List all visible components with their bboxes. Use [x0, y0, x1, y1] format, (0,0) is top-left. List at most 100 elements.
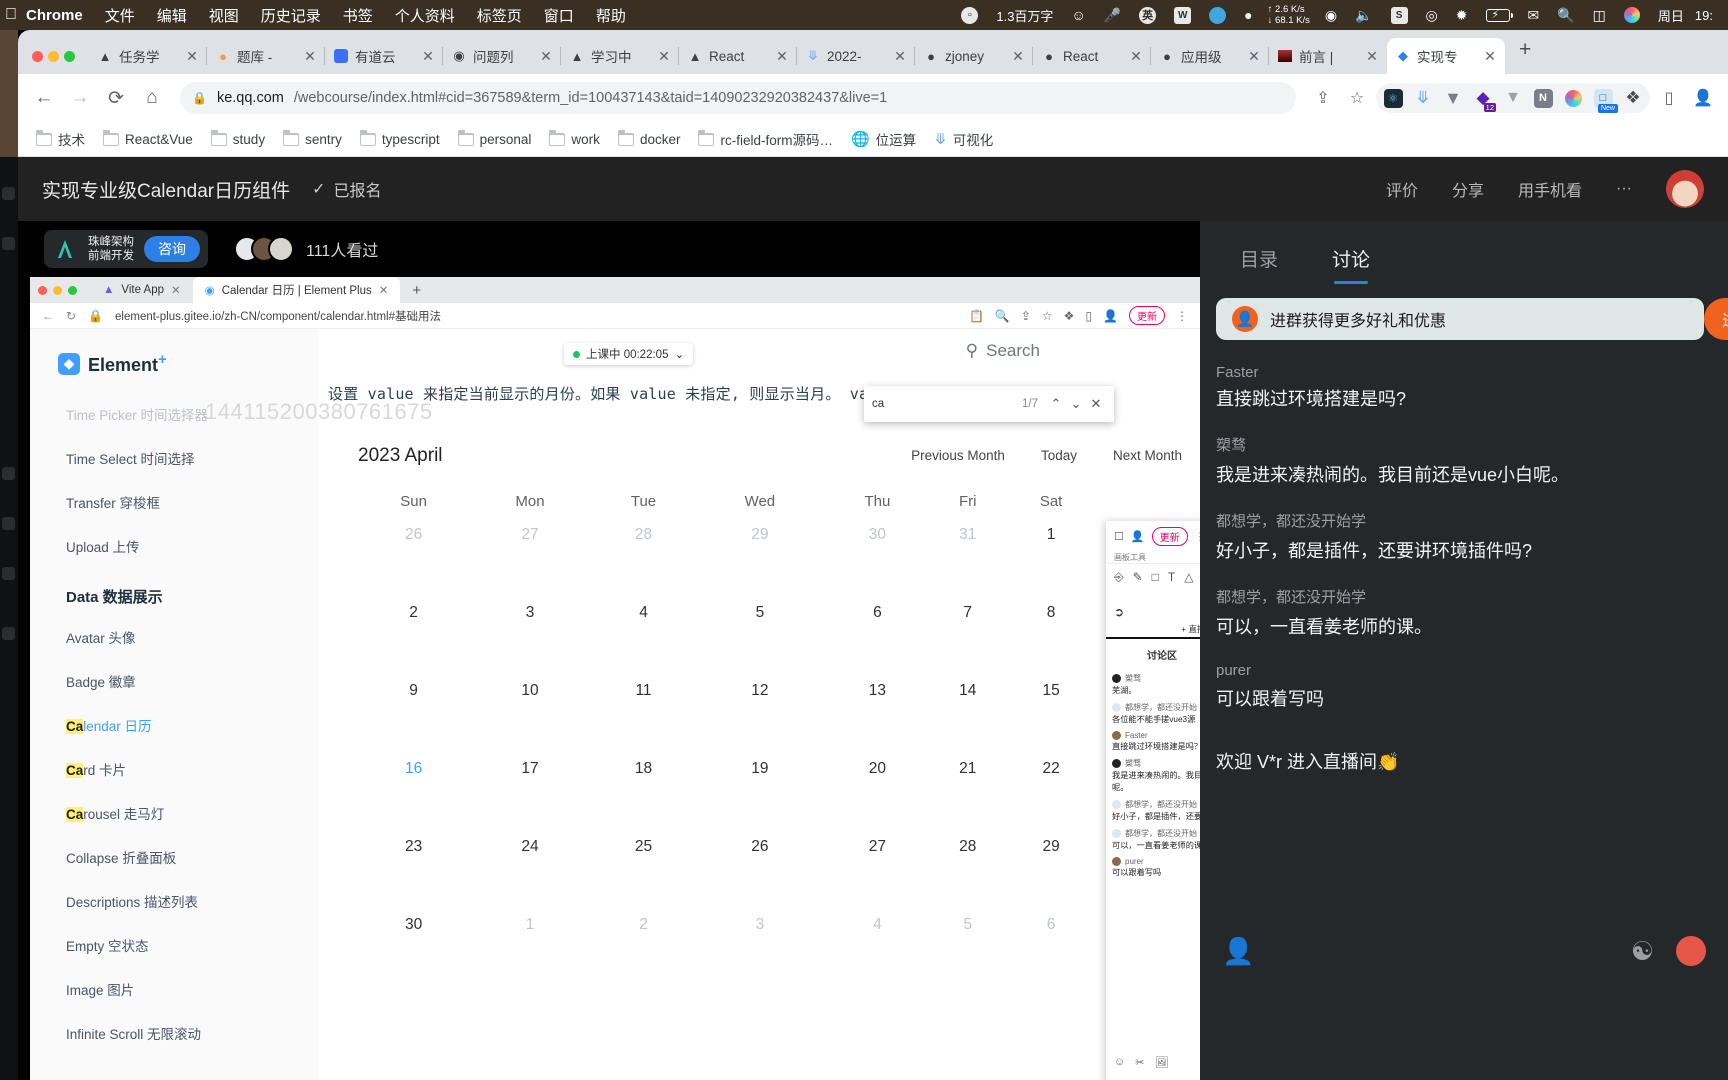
- minimize-window-button[interactable]: [48, 51, 59, 62]
- emoji-icon[interactable]: ☺: [1114, 1056, 1125, 1069]
- address-bar[interactable]: 🔒 ke.qq.com/webcourse/index.html#cid=367…: [180, 82, 1296, 114]
- bookmark-item[interactable]: study: [203, 129, 273, 150]
- menu-edit[interactable]: 编辑: [146, 5, 198, 26]
- browser-tab-12-active[interactable]: ◆ 实现专 ✕: [1387, 38, 1505, 74]
- network-speed-indicator[interactable]: ↑ 2.6 K/s ↓ 68.1 K/s: [1262, 4, 1316, 26]
- calendar-day-cell[interactable]: 31: [931, 526, 1004, 604]
- join-group-button[interactable]: 进群: [1703, 298, 1728, 340]
- calendar-day-cell[interactable]: 27: [824, 838, 932, 916]
- pen-tool-icon[interactable]: ✎: [1133, 570, 1143, 585]
- browser-tab-10[interactable]: ● 应用级 ✕: [1150, 38, 1269, 74]
- bookmark-item[interactable]: typescript: [352, 129, 448, 150]
- sponsor-banner[interactable]: 珠峰架构 前端开发 咨询: [44, 230, 208, 268]
- sogou-icon[interactable]: S: [1382, 6, 1417, 24]
- nav-image[interactable]: Image 图片: [66, 967, 318, 1011]
- wifi-icon[interactable]: ✉: [1519, 7, 1549, 24]
- menu-file[interactable]: 文件: [94, 5, 146, 26]
- capsule-icon[interactable]: ▫: [952, 6, 987, 24]
- calendar-day-cell[interactable]: 28: [591, 526, 696, 604]
- browser-tab-4[interactable]: ◉ 问题列 ✕: [442, 38, 561, 74]
- calendar-day-cell[interactable]: 29: [696, 526, 823, 604]
- calendar-day-cell[interactable]: 14: [931, 682, 1004, 760]
- calendar-day-cell[interactable]: 8: [1004, 604, 1098, 682]
- word-count-status[interactable]: 1.3百万字: [987, 6, 1062, 25]
- rect-tool-icon[interactable]: □: [1152, 570, 1159, 585]
- home-button[interactable]: ⌂: [136, 82, 168, 114]
- browser-tab-6[interactable]: ▲ React ✕: [678, 38, 797, 74]
- calendar-day-cell[interactable]: 19: [696, 760, 823, 838]
- calendar-day-cell[interactable]: 11: [591, 682, 696, 760]
- menu-view[interactable]: 视图: [198, 5, 250, 26]
- nav-empty[interactable]: Empty 空状态: [66, 923, 318, 967]
- microphone-icon[interactable]: 🎤: [1095, 7, 1130, 24]
- bookmark-item[interactable]: 技术: [28, 126, 93, 152]
- close-tab-icon[interactable]: ✕: [1011, 48, 1025, 65]
- control-center-icon[interactable]: ◫: [1584, 7, 1615, 24]
- more-options-icon[interactable]: ···: [1616, 180, 1632, 198]
- bookmark-item[interactable]: React&Vue: [95, 129, 201, 150]
- browser-tab-7[interactable]: ⤋ 2022- ✕: [796, 38, 915, 74]
- menu-profile[interactable]: 个人资料: [384, 5, 466, 26]
- bookmark-item[interactable]: docker: [610, 129, 689, 150]
- find-previous-icon[interactable]: ⌃: [1046, 396, 1066, 412]
- react-devtools-icon[interactable]: ⚛: [1378, 83, 1408, 113]
- browser-tab-9[interactable]: ● React ✕: [1032, 38, 1151, 74]
- bookmark-star-icon[interactable]: ☆: [1342, 83, 1372, 113]
- teacher-live-panel[interactable]: ☐ 👤 更新 ⋮ 画板工具 ⎆ ✎ □ T △ ➲ + 直播介 讨论区: [1106, 521, 1200, 1080]
- siri-icon[interactable]: [1615, 7, 1649, 23]
- find-query-input[interactable]: ca: [872, 398, 1022, 410]
- nav-calendar[interactable]: Calendar 日历: [66, 703, 318, 747]
- notion-icon[interactable]: N: [1528, 83, 1558, 113]
- calendar-day-cell[interactable]: 30: [824, 526, 932, 604]
- calendar-day-cell[interactable]: 12: [696, 682, 823, 760]
- window-controls[interactable]: [26, 51, 89, 74]
- calendar-day-cell[interactable]: 5: [696, 604, 823, 682]
- close-tab-icon[interactable]: ✕: [1365, 48, 1379, 65]
- find-next-icon[interactable]: ⌄: [1066, 396, 1086, 412]
- scissors-icon[interactable]: ✂: [1135, 1056, 1144, 1069]
- browser-tab-1[interactable]: ▲ 任务学 ✕: [89, 38, 207, 74]
- bookmark-item[interactable]: personal: [450, 129, 540, 150]
- calendar-day-cell[interactable]: 3: [469, 604, 591, 682]
- menu-history[interactable]: 历史记录: [250, 5, 332, 26]
- calendar-day-cell[interactable]: 4: [824, 916, 932, 994]
- calendar-day-cell[interactable]: 22: [1004, 760, 1098, 838]
- colorpick-icon[interactable]: [1558, 83, 1588, 113]
- close-tab-icon[interactable]: ✕: [1247, 48, 1261, 65]
- calendar-day-cell[interactable]: 21: [931, 760, 1004, 838]
- calendar-day-cell[interactable]: 30: [358, 916, 469, 994]
- class-timer[interactable]: 上课中 00:22:05 ⌄: [564, 343, 694, 365]
- close-tab-icon[interactable]: ✕: [185, 48, 199, 65]
- calendar-day-cell[interactable]: 2: [591, 916, 696, 994]
- apple-menu-icon[interactable]: : [0, 6, 22, 24]
- puzzle-icon[interactable]: ❖: [1618, 83, 1648, 113]
- volume-icon[interactable]: 🔈: [1346, 7, 1381, 24]
- close-tab-icon[interactable]: ✕: [303, 48, 317, 65]
- close-window-button[interactable]: [32, 51, 43, 62]
- bookmark-item[interactable]: 🌐 位运算: [843, 126, 924, 152]
- calendar-day-cell[interactable]: 26: [696, 838, 823, 916]
- video-player-area[interactable]: 珠峰架构 前端开发 咨询 111人看过 ▲ Vite App ✕ ◉ Calen…: [18, 221, 1200, 1080]
- shape-tool-icon[interactable]: △: [1184, 570, 1193, 585]
- close-tab-icon[interactable]: ✕: [539, 48, 553, 65]
- juejin-icon[interactable]: ⤋: [1408, 83, 1438, 113]
- calendar-day-cell[interactable]: 23: [358, 838, 469, 916]
- calendar-day-cell[interactable]: 10: [469, 682, 591, 760]
- menu-window[interactable]: 窗口: [533, 5, 585, 26]
- calendar-day-cell[interactable]: 13: [824, 682, 932, 760]
- browser-tab-3[interactable]: 有道云 ✕: [324, 38, 443, 74]
- previous-month-button[interactable]: Previous Month: [893, 444, 1023, 467]
- nav-infinite-scroll[interactable]: Infinite Scroll 无限滚动: [66, 1011, 318, 1055]
- group-promo-banner[interactable]: 👤 进群获得更多好礼和优惠 进群: [1216, 298, 1728, 340]
- bookmark-item[interactable]: ⤋ 可视化: [926, 126, 1001, 152]
- docs-search[interactable]: ⚲ Search: [966, 341, 1040, 361]
- reload-button[interactable]: ⟳: [100, 82, 132, 114]
- profile-avatar[interactable]: 👤: [1688, 83, 1718, 113]
- calendar-day-cell[interactable]: 6: [1004, 916, 1098, 994]
- nav-avatar[interactable]: Avatar 头像: [66, 615, 318, 659]
- timemachine-icon[interactable]: ◉: [1316, 7, 1346, 24]
- water-drop-icon[interactable]: [1200, 6, 1235, 24]
- calendar-day-cell[interactable]: 28: [931, 838, 1004, 916]
- smiley-icon[interactable]: ☺: [1062, 7, 1094, 23]
- chat-input-bar[interactable]: 👤 ☯: [1200, 916, 1728, 986]
